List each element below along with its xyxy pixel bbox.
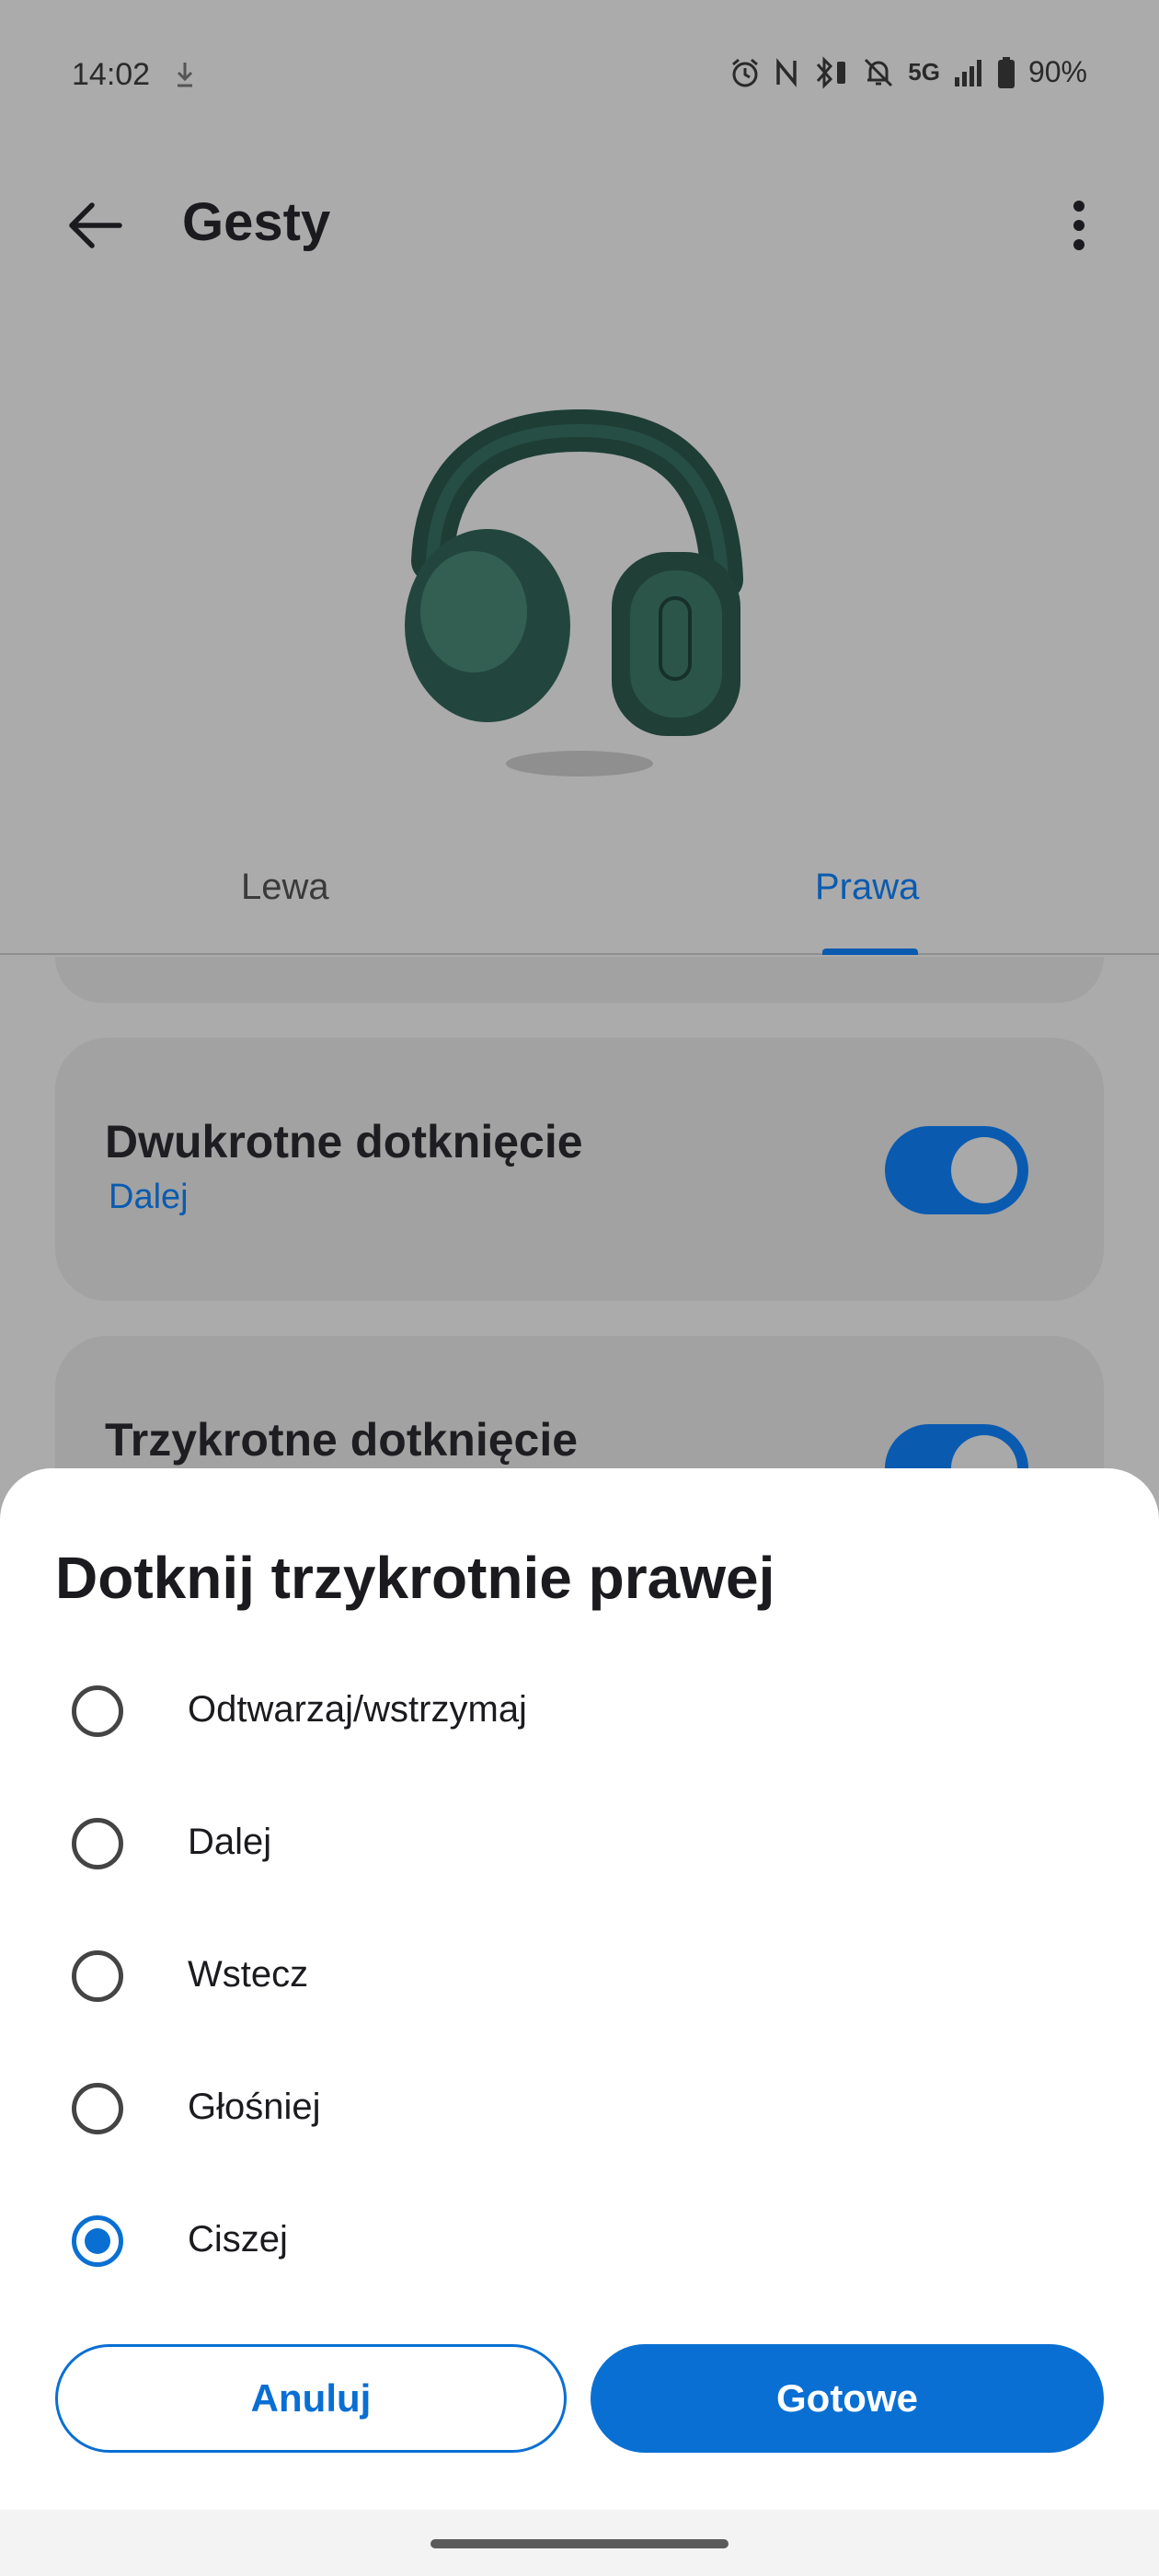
ear-tabs: Lewa Prawa [0,846,1159,955]
radio-dot [85,2228,110,2254]
more-vertical-icon [1073,201,1084,250]
gesture-card-double-tap[interactable]: Dwukrotne dotknięcie Dalej [55,1038,1104,1301]
mute-icon [862,56,895,89]
dialog-title: Dotknij trzykrotnie prawej [55,1545,775,1611]
option-label: Odtwarzaj/wstrzymaj [188,1689,527,1730]
option-label: Wstecz [188,1954,309,1995]
status-bar: 14:02 5G 90% [0,0,1159,156]
tab-left[interactable]: Lewa [241,867,329,908]
gesture-card-previous [55,957,1104,1003]
arrow-left-icon [69,202,122,248]
page-title: Gesty [182,192,331,252]
status-icons: 5G 90% [729,55,1087,89]
bluetooth-battery-icon [812,55,849,89]
nfc-icon [774,57,799,88]
navigation-bar [0,2510,1159,2576]
network-label: 5G [908,58,940,86]
done-button[interactable]: Gotowe [591,2344,1104,2453]
option-next[interactable]: Dalej [0,1781,1159,1914]
option-volume-up[interactable]: Głośniej [0,2046,1159,2179]
option-label: Głośniej [188,2087,321,2127]
battery-icon [997,56,1016,89]
headphones-image [350,405,809,819]
gesture-title: Trzykrotne dotknięcie [105,1414,579,1466]
status-time: 14:02 [72,57,151,92]
home-gesture-handle[interactable] [430,2539,729,2548]
signal-icon [953,57,984,88]
tab-right[interactable]: Prawa [815,867,919,908]
radio-button[interactable] [72,1818,123,1869]
radio-button-selected[interactable] [72,2215,123,2267]
radio-button[interactable] [72,1685,123,1737]
gesture-title: Dwukrotne dotknięcie [105,1116,583,1167]
alarm-icon [729,57,761,88]
option-label: Ciszej [188,2219,288,2260]
gesture-action-dialog: Dotknij trzykrotnie prawej Odtwarzaj/wst… [0,1468,1159,2510]
option-previous[interactable]: Wstecz [0,1914,1159,2046]
option-label: Dalej [188,1822,272,1862]
app-bar: Gesty [0,156,1159,285]
gesture-action: Dalej [109,1178,189,1216]
back-button[interactable] [57,189,131,262]
tab-indicator [822,949,918,955]
radio-button[interactable] [72,2083,123,2134]
download-icon [175,61,195,88]
cancel-button[interactable]: Anuluj [55,2344,567,2453]
option-play-pause[interactable]: Odtwarzaj/wstrzymaj [0,1649,1159,1781]
toggle-knob [951,1137,1017,1203]
option-volume-down[interactable]: Ciszej [0,2179,1159,2311]
more-options-button[interactable] [1047,189,1111,262]
battery-percent: 90% [1027,55,1087,88]
double-tap-toggle[interactable] [885,1126,1028,1214]
radio-button[interactable] [72,1950,123,2002]
